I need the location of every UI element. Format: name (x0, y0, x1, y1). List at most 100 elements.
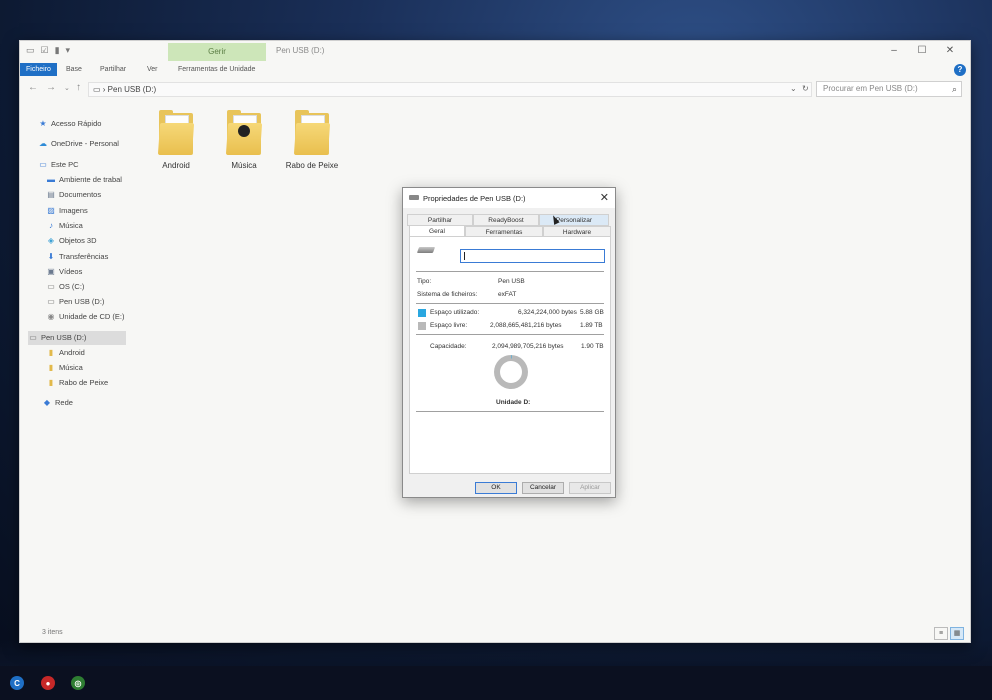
free-space-label: Espaço livre: (430, 322, 468, 329)
forward-arrow-icon[interactable]: → (46, 82, 56, 93)
dialog-close-icon[interactable]: ✕ (600, 191, 609, 204)
ribbon-tabs: Ficheiro Base Partilhar Ver Ferramentas … (20, 61, 970, 77)
tab-ficheiro[interactable]: Ficheiro (20, 63, 57, 76)
sidebar-item[interactable]: ▭ Este PC (38, 158, 78, 172)
sidebar-item[interactable]: ▨ Imagens (46, 204, 88, 218)
item-count: 3 itens (42, 629, 63, 636)
sidebar-item[interactable]: ☁ OneDrive - Personal (38, 137, 119, 151)
folder-item[interactable]: Rabo de Peixe (282, 109, 342, 170)
green-app-icon[interactable]: ◎ (71, 676, 85, 690)
sidebar-item-label: Ambiente de trabal (59, 175, 122, 184)
usb-drive-icon: ▭ (29, 333, 37, 342)
tab-readyboost[interactable]: ReadyBoost (473, 214, 539, 226)
context-tab-gerir[interactable]: Gerir (168, 43, 266, 61)
up-arrow-icon[interactable]: ↑ (76, 82, 81, 93)
filesystem-label: Sistema de ficheiros: (417, 291, 478, 298)
sidebar-item[interactable]: ◈ Objetos 3D (46, 234, 97, 248)
sidebar-item[interactable]: ▮ Música (46, 361, 83, 375)
sidebar-item-label: Android (59, 348, 85, 357)
folder-item[interactable]: Música (214, 109, 274, 170)
status-bar: 3 itens ≡ ▦ (20, 626, 970, 642)
maximize-button[interactable]: ☐ (908, 43, 936, 59)
details-view-button[interactable]: ≡ (934, 627, 948, 640)
separator (416, 334, 604, 335)
sidebar-item[interactable]: ▮ Rabo de Peixe (46, 376, 108, 390)
pictures-icon: ▨ (47, 206, 55, 215)
sidebar-item[interactable]: ▭ OS (C:) (46, 280, 84, 294)
type-label: Tipo: (417, 278, 432, 285)
search-input[interactable]: Procurar em Pen USB (D:) ⌕ (816, 81, 962, 97)
tab-ferramentas-de-unidade[interactable]: Ferramentas de Unidade (172, 63, 261, 76)
cortana-icon[interactable]: C (10, 676, 24, 690)
back-arrow-icon[interactable]: ← (28, 82, 38, 93)
address-bar[interactable]: ▭ › Pen USB (D:) (88, 82, 812, 97)
sidebar-item-label: OneDrive - Personal (51, 139, 119, 148)
used-space-label: Espaço utilizado: (430, 309, 480, 316)
cloud-icon: ☁ (39, 139, 47, 148)
recent-dropdown-icon[interactable]: ⌄ (64, 84, 70, 92)
drive-crumb-icon: ▭ › (93, 85, 108, 94)
sidebar-item[interactable]: ♪ Música (46, 219, 83, 233)
search-placeholder: Procurar em Pen USB (D:) (823, 84, 918, 93)
checkmark-icon[interactable]: ☑ (41, 45, 49, 56)
minimize-button[interactable]: – (880, 43, 908, 59)
sidebar-item[interactable]: ◉ Unidade de CD (E:) (46, 310, 125, 324)
ok-button[interactable]: OK (475, 482, 517, 494)
folder-label: Rabo de Peixe (285, 161, 339, 170)
separator (416, 411, 604, 412)
computer-icon: ▭ (39, 160, 47, 169)
sidebar-item-label: Rabo de Peixe (59, 378, 109, 387)
sidebar-item[interactable]: ▤ Documentos (46, 188, 101, 202)
cd-drive-icon: ◉ (47, 312, 55, 321)
free-space-size: 1.89 TB (580, 322, 603, 329)
window-title: Pen USB (D:) (276, 46, 325, 55)
sidebar-item-label: Música (59, 363, 83, 372)
download-icon: ⬇ (47, 252, 55, 261)
folder-small-icon[interactable]: ▮ (55, 45, 60, 56)
tab-ver[interactable]: Ver (141, 63, 164, 76)
general-tab-panel: Tipo: Pen USB Sistema de ficheiros: exFA… (409, 236, 611, 474)
tab-base[interactable]: Base (60, 63, 88, 76)
close-button[interactable]: ✕ (936, 43, 964, 59)
folder-item[interactable]: Android (146, 109, 206, 170)
refresh-icon[interactable]: ↻ (802, 84, 809, 93)
folder-icon: ▮ (48, 378, 54, 387)
dropdown-arrow-icon[interactable]: ▾ (66, 45, 71, 56)
address-row: ← → ⌄ ↑ ▭ › Pen USB (D:) ⌄ ↻ Procurar em… (20, 78, 970, 100)
free-space-bytes: 2,088,665,481,216 bytes (490, 322, 562, 329)
sidebar-item-label: Transferências (59, 252, 109, 261)
sidebar-item[interactable]: ▣ Vídeos (46, 265, 82, 279)
tab-partilhar[interactable]: Partilhar (94, 63, 132, 76)
sidebar-item[interactable]: ▭ Pen USB (D:) (46, 295, 104, 309)
navigation-pane: ★ Acesso Rápido ☁ OneDrive - Personal ▭ Este … (20, 107, 128, 627)
address-dropdown-icon[interactable]: ⌄ (790, 84, 797, 93)
sidebar-item[interactable]: ⬇ Transferências (46, 250, 109, 264)
capacity-label: Capacidade: (430, 343, 467, 350)
star-icon: ★ (39, 119, 47, 128)
search-icon: ⌕ (951, 84, 957, 94)
folder-icon (157, 109, 195, 157)
folder-label: Android (162, 161, 190, 170)
cancel-button[interactable]: Cancelar (522, 482, 564, 494)
properties-dialog: Propriedades de Pen USB (D:) ✕ Partilhar… (402, 187, 616, 498)
sidebar-item[interactable]: ▬ Ambiente de trabal (46, 173, 122, 187)
sidebar-item[interactable]: ▭ Pen USB (D:) (28, 331, 126, 345)
usb-drive-icon: ▭ (47, 297, 55, 306)
sidebar-item[interactable]: ▮ Android (46, 346, 85, 360)
sidebar-item[interactable]: ◆ Rede (42, 396, 73, 410)
sidebar-item-label: Vídeos (59, 267, 83, 276)
sidebar-item-label: Rede (55, 398, 73, 407)
dialog-title-bar: Propriedades de Pen USB (D:) ✕ (403, 188, 615, 208)
type-value: Pen USB (498, 278, 525, 285)
icons-view-button[interactable]: ▦ (950, 627, 964, 640)
dialog-title: Propriedades de Pen USB (D:) (423, 194, 526, 203)
sidebar-item-label: Pen USB (D:) (41, 333, 87, 342)
sidebar-item-label: Objetos 3D (59, 236, 97, 245)
cube-icon: ◈ (47, 236, 55, 245)
help-icon[interactable]: ? (954, 64, 966, 76)
sidebar-item[interactable]: ★ Acesso Rápido (38, 117, 101, 131)
drive-name-input[interactable] (460, 249, 605, 263)
red-app-icon[interactable]: ● (41, 676, 55, 690)
apply-button[interactable]: Aplicar (569, 482, 611, 494)
title-bar: ▭ ☑ ▮ ▾ Gerir Pen USB (D:) – ☐ ✕ (20, 41, 970, 61)
